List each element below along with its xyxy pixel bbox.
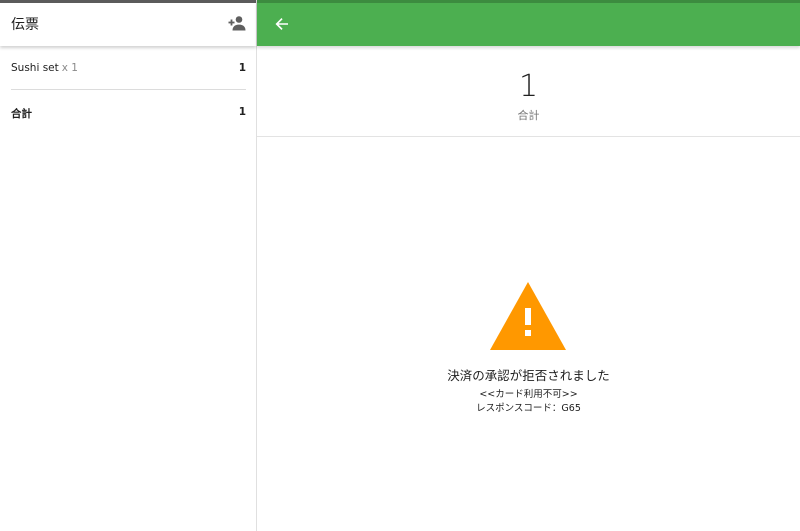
payment-error-area: 決済の承認が拒否されました <<カード利用不可>> レスポンスコード：G65: [257, 137, 800, 531]
error-message: 決済の承認が拒否されました: [447, 368, 610, 383]
arrow-back-icon[interactable]: [273, 15, 291, 33]
list-item[interactable]: Sushi set x 1 1: [11, 46, 246, 89]
total-amount: 1: [238, 106, 246, 118]
error-detail: <<カード利用不可>>: [479, 389, 578, 400]
warning-icon: [489, 281, 567, 351]
app-window: 伝票 Sushi set x 1 1 合計 1 1 合計 決済の承認が拒否されま…: [0, 0, 800, 531]
bill-panel: 伝票 Sushi set x 1 1 合計 1: [0, 0, 257, 531]
total-row: 合計 1: [11, 90, 246, 133]
bill-header: 伝票: [0, 0, 256, 46]
summary-amount: 1: [518, 69, 539, 104]
amount-summary: 1 合計: [257, 46, 800, 137]
summary-label: 合計: [517, 109, 540, 122]
item-quantity: x 1: [61, 62, 78, 74]
bill-list: Sushi set x 1 1 合計 1: [11, 46, 246, 133]
bill-title: 伝票: [11, 17, 39, 33]
response-code: レスポンスコード：G65: [476, 403, 581, 414]
item-name: Sushi set: [11, 62, 59, 74]
item-amount: 1: [238, 62, 246, 74]
top-app-bar: [257, 0, 800, 46]
person-add-icon[interactable]: [228, 15, 246, 31]
total-label: 合計: [11, 108, 32, 120]
